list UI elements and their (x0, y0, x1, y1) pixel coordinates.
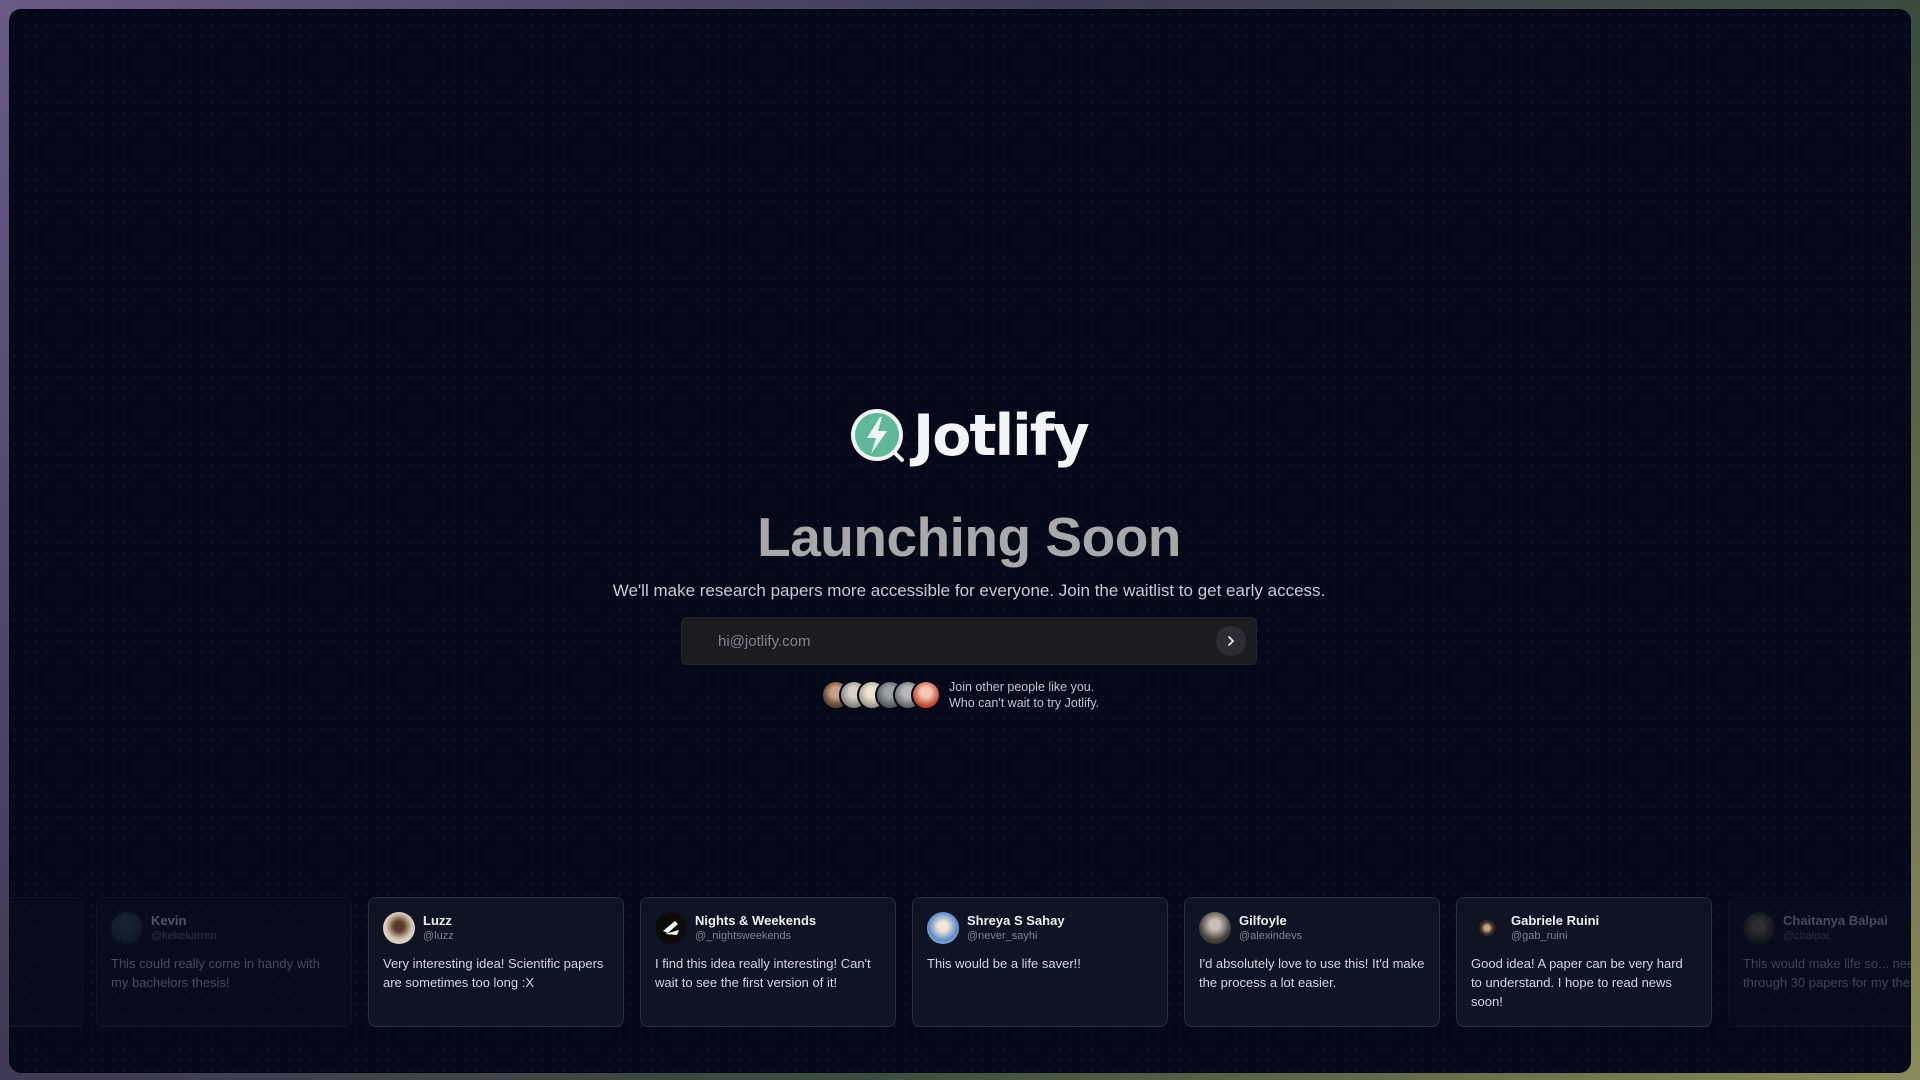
testimonial-text: Good idea! A paper can be very hard to u… (1471, 956, 1683, 1009)
avatar (1471, 912, 1503, 944)
social-proof: Join other people like you. Who can't wa… (821, 679, 1099, 711)
testimonial-card: Nights & Weekends @_nightsweekends I fin… (640, 897, 896, 1027)
testimonial-text: This would be a life saver!! (927, 956, 1081, 971)
testimonial-text: ...ses (9, 968, 68, 987)
testimonial-card: Gabriele Ruini @gab_ruini Good idea! A p… (1456, 897, 1712, 1027)
testimonial-name: Kevin (151, 913, 187, 928)
email-input[interactable] (682, 618, 1216, 664)
testimonial-handle: @kekekarren (151, 930, 217, 942)
testimonial-carousel: ...ses Kevin @kekekarren This could real… (9, 897, 1911, 1027)
testimonial-name: Gabriele Ruini (1511, 913, 1600, 928)
avatar (911, 680, 941, 710)
testimonial-handle: @never_sayhi (967, 930, 1038, 942)
testimonial-text: This would make life so... need to go th… (1743, 956, 1911, 990)
testimonial-card: Kevin @kekekarren This could really come… (96, 897, 352, 1027)
testimonial-text: I'd absolutely love to use this! It'd ma… (1199, 956, 1425, 990)
testimonial-handle: @_nightsweekends (695, 930, 792, 942)
testimonial-name: Gilfoyle (1239, 913, 1287, 928)
testimonial-handle: @gab_ruini (1511, 930, 1568, 942)
hero-subtitle: We'll make research papers more accessib… (612, 581, 1326, 600)
testimonial-name: Shreya S Sahay (967, 913, 1065, 928)
testimonial-name: Luzz (423, 913, 452, 928)
social-proof-line: Who can't wait to try Jotlify. (949, 696, 1100, 710)
testimonial-card: Chaitanya Balpai @cbalpai This would mak… (1728, 897, 1911, 1027)
avatar (655, 912, 687, 944)
avatar (111, 912, 143, 944)
avatar-stack (821, 680, 941, 710)
avatar (927, 912, 959, 944)
social-proof-text: Join other people like you. Who can't wa… (949, 679, 1099, 711)
submit-button[interactable] (1216, 626, 1246, 656)
jotlify-logo-icon (851, 409, 904, 462)
brand-name: Jotlify (913, 403, 1090, 469)
testimonial-text: This could really come in handy with my … (111, 956, 320, 990)
brand-logo: Jotlify (849, 403, 1090, 469)
avatar (1743, 912, 1775, 944)
testimonial-handle: @alexindevs (1239, 930, 1303, 942)
testimonial-name: Nights & Weekends (695, 913, 817, 928)
social-proof-line: Join other people like you. (949, 680, 1095, 694)
page-title: Launching Soon (757, 506, 1181, 568)
chevron-right-icon (1228, 636, 1235, 646)
testimonial-handle: @luzz (423, 930, 454, 942)
testimonial-name: Chaitanya Balpai (1783, 913, 1888, 928)
avatar (1199, 912, 1231, 944)
testimonial-card: Luzz @luzz Very interesting idea! Scient… (368, 897, 624, 1027)
testimonial-handle: @cbalpai (1783, 930, 1830, 942)
testimonial-text: Very interesting idea! Scientific papers… (383, 956, 604, 990)
testimonial-text: I find this idea really interesting! Can… (655, 956, 871, 990)
testimonial-card: Shreya S Sahay @never_sayhi This would b… (912, 897, 1168, 1027)
avatar (383, 912, 415, 944)
testimonial-card: ...ses (9, 897, 83, 1027)
page-frame: Jotlify Launching Soon We'll make resear… (9, 9, 1911, 1073)
waitlist-form (681, 617, 1257, 665)
testimonial-card: Gilfoyle @alexindevs I'd absolutely love… (1184, 897, 1440, 1027)
